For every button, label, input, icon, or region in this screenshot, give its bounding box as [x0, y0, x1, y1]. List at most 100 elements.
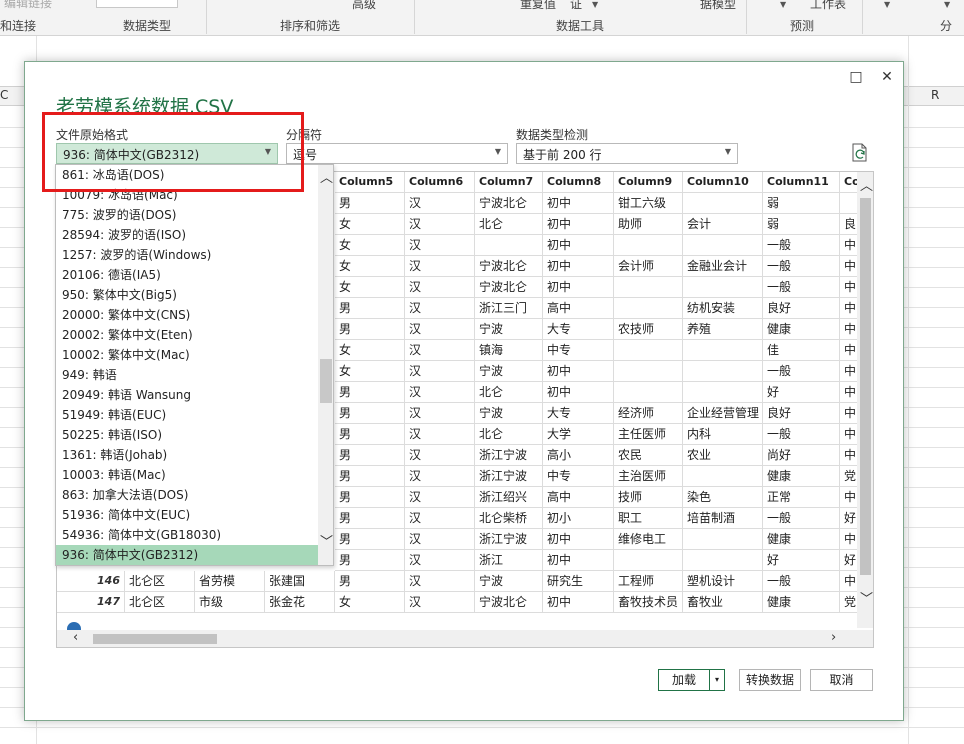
data-model-button[interactable]: 据模型	[700, 0, 736, 12]
table-cell: 北仑	[475, 424, 543, 445]
encoding-option[interactable]: 949: 韩语	[56, 365, 318, 385]
encoding-option[interactable]: 51949: 韩语(EUC)	[56, 405, 318, 425]
table-cell: 汉	[405, 466, 475, 487]
table-cell: 佳	[763, 340, 840, 361]
load-button[interactable]: 加载	[658, 669, 710, 691]
scroll-up-icon[interactable]: ︿	[320, 167, 333, 186]
encoding-option[interactable]: 20000: 繁体中文(CNS)	[56, 305, 318, 325]
table-cell: 农民	[614, 445, 683, 466]
scroll-down-icon[interactable]: ﹀	[320, 531, 333, 550]
transform-data-button[interactable]: 转换数据	[739, 669, 801, 691]
column-header[interactable]: Column5	[335, 172, 405, 193]
horizontal-scrollbar[interactable]: ‹ ›	[57, 630, 873, 647]
delimiter-label: 分隔符	[286, 128, 323, 142]
encoding-option[interactable]: 50225: 韩语(ISO)	[56, 425, 318, 445]
table-cell: 汉	[405, 424, 475, 445]
encoding-option[interactable]: 28594: 波罗的语(ISO)	[56, 225, 318, 245]
encoding-option[interactable]: 54936: 简体中文(GB18030)	[56, 525, 318, 545]
data-type-gallery[interactable]	[96, 0, 178, 8]
encoding-option[interactable]: 1257: 波罗的语(Windows)	[56, 245, 318, 265]
scroll-thumb[interactable]	[860, 198, 871, 575]
group-label-data-types: 数据类型	[123, 19, 172, 33]
info-icon	[67, 622, 81, 630]
table-cell: 浙江绍兴	[475, 487, 543, 508]
table-cell: 汉	[405, 571, 475, 592]
table-cell	[614, 382, 683, 403]
table-cell: 男	[335, 529, 405, 550]
table-cell: 畜牧业	[683, 592, 763, 613]
encoding-option[interactable]: 950: 繁体中文(Big5)	[56, 285, 318, 305]
encoding-option[interactable]: 20106: 德语(IA5)	[56, 265, 318, 285]
scroll-down-icon[interactable]: ﹀	[860, 588, 873, 607]
encoding-option[interactable]: 863: 加拿大法语(DOS)	[56, 485, 318, 505]
column-header[interactable]: Column10	[683, 172, 763, 193]
data-type-detection-select[interactable]: 基于前 200 行 ▼	[516, 143, 738, 164]
column-header[interactable]: Column6	[405, 172, 475, 193]
table-cell: 初中	[543, 193, 614, 214]
advanced-filter-button[interactable]: 高级	[352, 0, 376, 12]
load-dropdown-button[interactable]: ▾	[709, 669, 725, 691]
dropdown-scrollbar[interactable]: ︿ ﹀	[318, 165, 333, 565]
table-cell: 初中	[543, 256, 614, 277]
table-cell: 汉	[405, 508, 475, 529]
delimiter-select[interactable]: 逗号 ▼	[286, 143, 508, 164]
column-header[interactable]: Column11	[763, 172, 840, 193]
encoding-option[interactable]: 20002: 繁体中文(Eten)	[56, 325, 318, 345]
table-cell: 男	[335, 571, 405, 592]
encoding-option[interactable]: 10079: 冰岛语(Mac)	[56, 185, 318, 205]
close-button[interactable]: ✕	[876, 66, 898, 88]
encoding-option[interactable]: 936: 简体中文(GB2312)	[56, 545, 318, 565]
scroll-up-icon[interactable]: ︿	[860, 175, 873, 194]
table-cell: 女	[335, 277, 405, 298]
table-cell: 张建国	[265, 571, 335, 592]
table-row: 147 北仑区 市级 张金花女汉宁波北仑 初中 畜牧技术员 畜牧业 健康党	[57, 592, 873, 613]
column-header-r[interactable]: R	[931, 88, 939, 102]
column-header[interactable]: Column9	[614, 172, 683, 193]
table-cell	[614, 361, 683, 382]
column-header[interactable]: Column7	[475, 172, 543, 193]
table-cell: 浙江	[475, 550, 543, 571]
data-validation-button[interactable]: 证	[570, 0, 582, 12]
table-cell	[683, 382, 763, 403]
table-cell: 浙江宁波	[475, 445, 543, 466]
encoding-option[interactable]: 51936: 简体中文(EUC)	[56, 505, 318, 525]
table-cell	[683, 340, 763, 361]
table-cell: 一般	[763, 277, 840, 298]
refresh-icon[interactable]	[851, 143, 869, 163]
encoding-option[interactable]: 10003: 韩语(Mac)	[56, 465, 318, 485]
scroll-thumb[interactable]	[93, 634, 217, 644]
table-row: 146 北仑区 省劳模 张建国男汉宁波 研究生 工程师 塑机设计 一般中	[57, 571, 873, 592]
scroll-left-icon[interactable]: ‹	[73, 630, 78, 645]
table-cell: 男	[335, 403, 405, 424]
encoding-option[interactable]: 1361: 韩语(Johab)	[56, 445, 318, 465]
table-cell: 一般	[763, 361, 840, 382]
vertical-scrollbar[interactable]: ︿ ﹀	[857, 172, 873, 628]
table-cell: 初中	[543, 592, 614, 613]
table-cell: 汉	[405, 193, 475, 214]
edit-links-button[interactable]: 编辑链接	[4, 0, 52, 11]
encoding-option[interactable]: 10002: 繁体中文(Mac)	[56, 345, 318, 365]
cancel-button[interactable]: 取消	[810, 669, 873, 691]
forecast-sheet-button[interactable]: 工作表	[810, 0, 846, 12]
encoding-option[interactable]: 20949: 韩语 Wansung	[56, 385, 318, 405]
scroll-right-icon[interactable]: ›	[831, 630, 836, 645]
table-cell: 一般	[763, 571, 840, 592]
restore-button[interactable]: □	[845, 66, 867, 88]
remove-duplicates-button[interactable]: 重复值	[520, 0, 556, 12]
row-number: 147	[57, 592, 125, 613]
chevron-down-icon: ▼	[264, 147, 271, 156]
scroll-thumb[interactable]	[320, 359, 332, 403]
chevron-down-icon: ▼	[944, 0, 951, 9]
table-cell: 初中	[543, 277, 614, 298]
encoding-option[interactable]: 775: 波罗的语(DOS)	[56, 205, 318, 225]
table-cell: 主治医师	[614, 466, 683, 487]
column-header-c[interactable]: C	[0, 88, 8, 102]
column-header[interactable]: Column8	[543, 172, 614, 193]
table-cell: 好	[763, 550, 840, 571]
file-origin-select[interactable]: 936: 简体中文(GB2312) ▼	[56, 143, 278, 164]
encoding-option[interactable]: 861: 冰岛语(DOS)	[56, 165, 318, 185]
table-cell: 初中	[543, 361, 614, 382]
table-cell: 宁波北仑	[475, 256, 543, 277]
table-cell: 汉	[405, 256, 475, 277]
file-origin-dropdown-list[interactable]: 861: 冰岛语(DOS) 10079: 冰岛语(Mac) 775: 波罗的语(DO…	[55, 164, 334, 566]
